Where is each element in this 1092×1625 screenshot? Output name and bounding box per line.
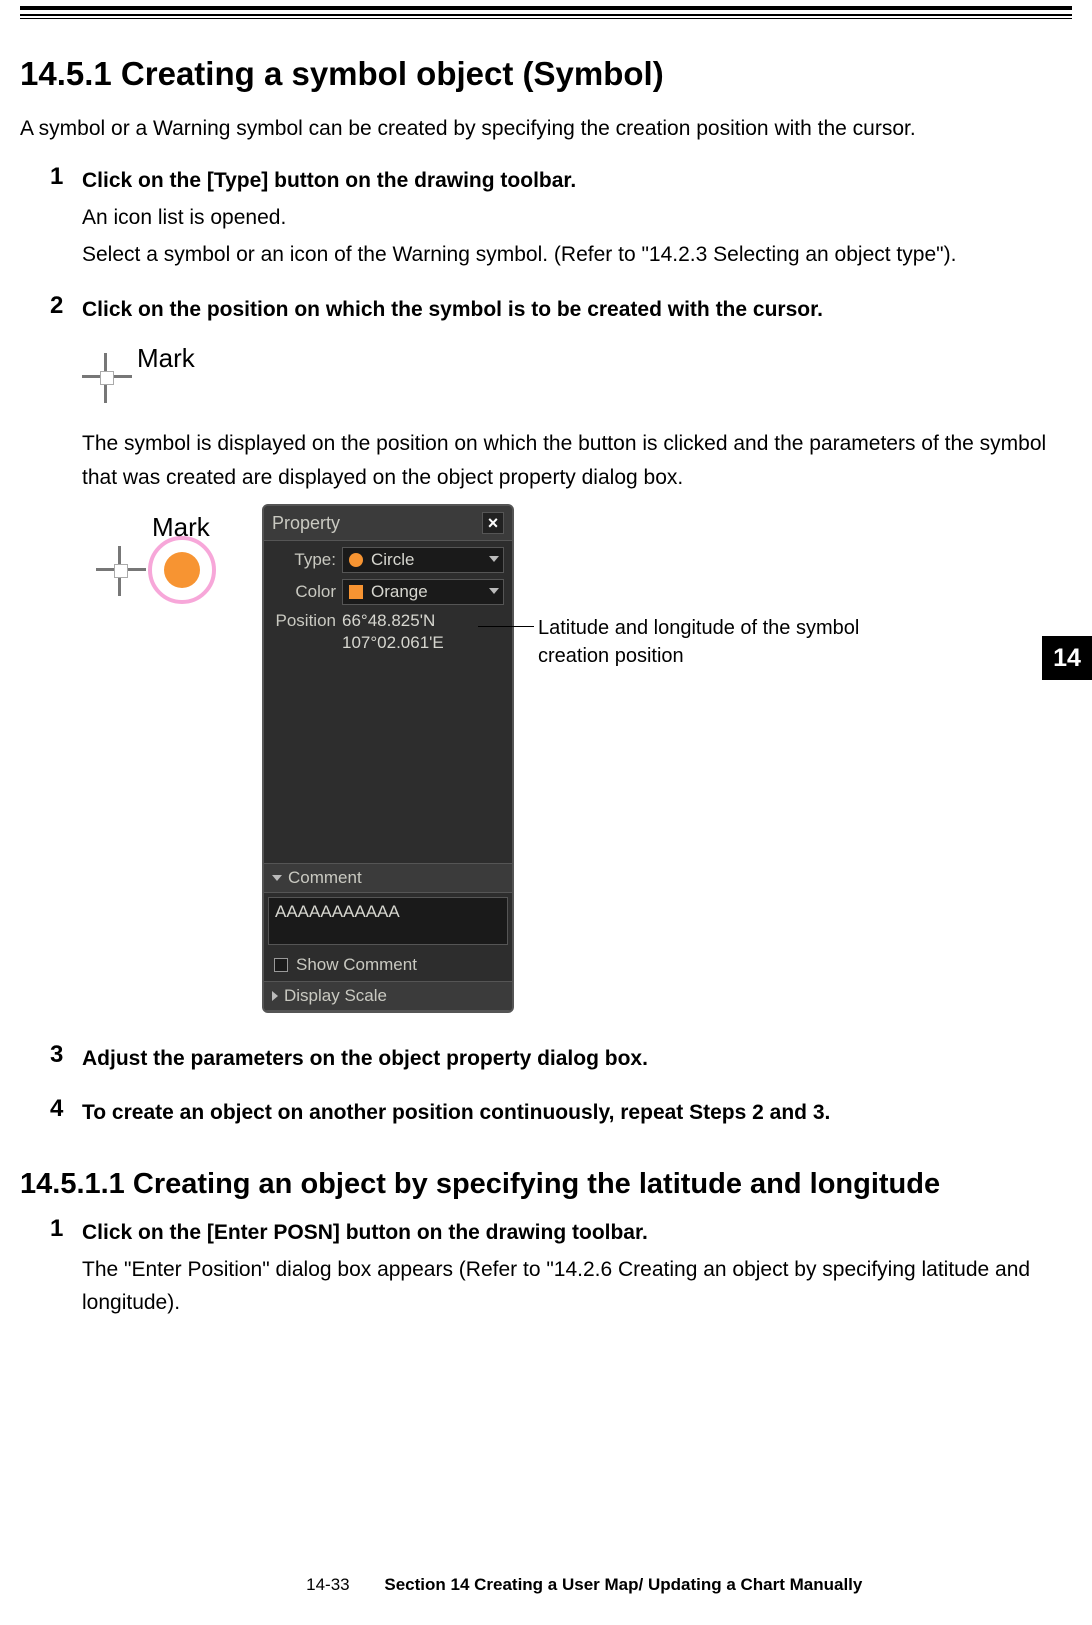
step-title: Click on the [Enter POSN] button on the … (82, 1217, 1072, 1249)
dialog-spacer (272, 659, 504, 859)
intro-paragraph: A symbol or a Warning symbol can be crea… (20, 117, 1072, 141)
type-label: Type: (272, 550, 336, 570)
color-value: Orange (371, 582, 428, 602)
step-title: To create an object on another position … (82, 1097, 1072, 1129)
position-lon: 107°02.061'E (342, 633, 504, 653)
close-button[interactable]: × (482, 512, 504, 534)
position-lat: 66°48.825'N (342, 611, 504, 631)
step-number: 1 (50, 1215, 63, 1243)
step-title: Click on the [Type] button on the drawin… (82, 165, 1072, 197)
callout-text: Latitude and longitude of the symbol cre… (538, 617, 859, 667)
type-dropdown[interactable]: Circle (342, 547, 504, 573)
mark-label: Mark (152, 512, 210, 543)
property-dialog: Property × Type: Circle Color (262, 504, 514, 1013)
step-title: Adjust the parameters on the object prop… (82, 1043, 1072, 1075)
step-1: 1 Click on the [Type] button on the draw… (50, 165, 1072, 272)
step-4: 4 To create an object on another positio… (50, 1097, 1072, 1129)
chevron-down-icon (489, 556, 499, 562)
decorative-rule (20, 18, 1072, 19)
dialog-titlebar: Property × (264, 506, 512, 541)
position-label: Position (272, 611, 336, 631)
step-title: Click on the position on which the symbo… (82, 294, 1072, 326)
show-comment-label: Show Comment (296, 955, 417, 975)
crosshair-icon (96, 546, 146, 596)
footer-section-title: Section 14 Creating a User Map/ Updating… (384, 1575, 862, 1594)
step-number: 2 (50, 292, 63, 320)
crosshair-center (114, 564, 128, 578)
step-2: 2 Click on the position on which the sym… (50, 294, 1072, 1014)
step-number: 1 (50, 163, 63, 191)
heading-14-5-1: 14.5.1 Creating a symbol object (Symbol) (20, 55, 1072, 93)
decorative-rule (20, 14, 1072, 16)
step-body-line: The symbol is displayed on the position … (82, 427, 1072, 494)
cursor-label: Mark (137, 343, 195, 374)
show-comment-checkbox[interactable]: Show Comment (264, 949, 512, 981)
step-number: 3 (50, 1041, 63, 1069)
checkbox-icon (274, 958, 288, 972)
chevron-down-icon (272, 875, 282, 881)
step-body-line: An icon list is opened. (82, 201, 1072, 235)
callout-label: Latitude and longitude of the symbol cre… (538, 614, 878, 670)
decorative-rule (20, 6, 1072, 10)
step-3: 3 Adjust the parameters on the object pr… (50, 1043, 1072, 1075)
comment-section-header[interactable]: Comment (264, 863, 512, 893)
position-values: 66°48.825'N 107°02.061'E (342, 611, 504, 653)
step-number: 4 (50, 1095, 63, 1123)
step-body-line: Select a symbol or an icon of the Warnin… (82, 238, 1072, 272)
cursor-illustration: Mark (82, 343, 222, 413)
dialog-title: Property (272, 513, 340, 534)
comment-textarea[interactable]: AAAAAAAAAAA (268, 897, 508, 945)
crosshair-center (100, 371, 114, 385)
step-body-line: The "Enter Position" dialog box appears … (82, 1253, 1072, 1320)
color-dropdown[interactable]: Orange (342, 579, 504, 605)
color-swatch-icon (349, 585, 363, 599)
sub-step-1: 1 Click on the [Enter POSN] button on th… (50, 1217, 1072, 1320)
display-scale-section-header[interactable]: Display Scale (264, 981, 512, 1011)
comment-header-label: Comment (288, 868, 362, 888)
heading-14-5-1-1: 14.5.1.1 Creating an object by specifyin… (20, 1168, 1072, 1201)
chevron-right-icon (272, 991, 278, 1001)
callout-leader-line (478, 626, 534, 627)
chevron-down-icon (489, 588, 499, 594)
crosshair-icon (82, 353, 132, 403)
page-number: 14-33 (230, 1575, 350, 1595)
type-value: Circle (371, 550, 414, 570)
circle-icon (349, 553, 363, 567)
display-scale-header-label: Display Scale (284, 986, 387, 1006)
page-footer: 14-33 Section 14 Creating a User Map/ Up… (0, 1575, 1092, 1595)
mark-symbol-illustration: Mark (92, 518, 262, 608)
color-label: Color (272, 582, 336, 602)
